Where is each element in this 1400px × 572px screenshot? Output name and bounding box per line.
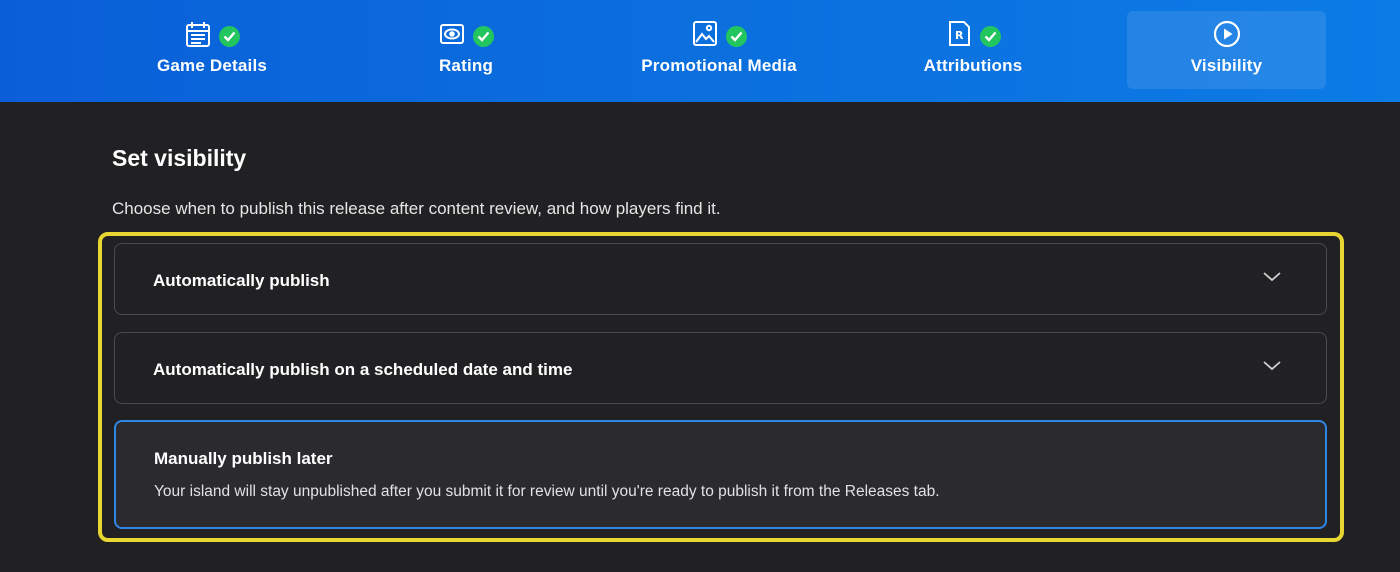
option-automatically-publish[interactable]: Automatically publish <box>114 243 1327 315</box>
check-icon <box>979 25 1001 47</box>
chevron-down-icon[interactable] <box>1262 358 1282 377</box>
section-subtitle: Choose when to publish this release afte… <box>112 199 721 218</box>
step-attributions[interactable]: R Attributions <box>883 11 1063 89</box>
option-manually-publish-later[interactable]: Manually publish later Your island will … <box>114 420 1327 529</box>
eye-icon <box>439 22 465 51</box>
calendar-icon <box>185 20 211 53</box>
option-title: Automatically publish on a scheduled dat… <box>153 360 573 379</box>
check-icon <box>472 25 494 47</box>
svg-text:R: R <box>955 29 964 42</box>
document-r-icon: R <box>946 20 972 52</box>
step-label: Visibility <box>1190 56 1263 75</box>
option-scheduled-publish[interactable]: Automatically publish on a scheduled dat… <box>114 332 1327 404</box>
step-promotional-media[interactable]: Promotional Media <box>609 11 829 89</box>
option-description: Your island will stay unpublished after … <box>154 483 940 500</box>
step-visibility[interactable]: Visibility <box>1127 11 1326 89</box>
step-label: Promotional Media <box>641 56 797 75</box>
option-title: Manually publish later <box>154 449 333 468</box>
chevron-down-icon[interactable] <box>1262 269 1282 288</box>
image-icon <box>692 20 718 52</box>
section-title: Set visibility <box>112 145 247 171</box>
check-icon <box>218 25 240 47</box>
step-game-details[interactable]: Game Details <box>122 11 302 89</box>
step-rating[interactable]: Rating <box>376 11 556 89</box>
stepper-bar: Game Details Rating Promotional Media R … <box>0 0 1400 102</box>
step-label: Rating <box>438 56 494 75</box>
play-circle-icon <box>1213 20 1241 53</box>
option-title: Automatically publish <box>153 271 330 290</box>
step-label: Game Details <box>156 56 268 75</box>
check-icon <box>725 25 747 47</box>
step-label: Attributions <box>923 56 1023 75</box>
